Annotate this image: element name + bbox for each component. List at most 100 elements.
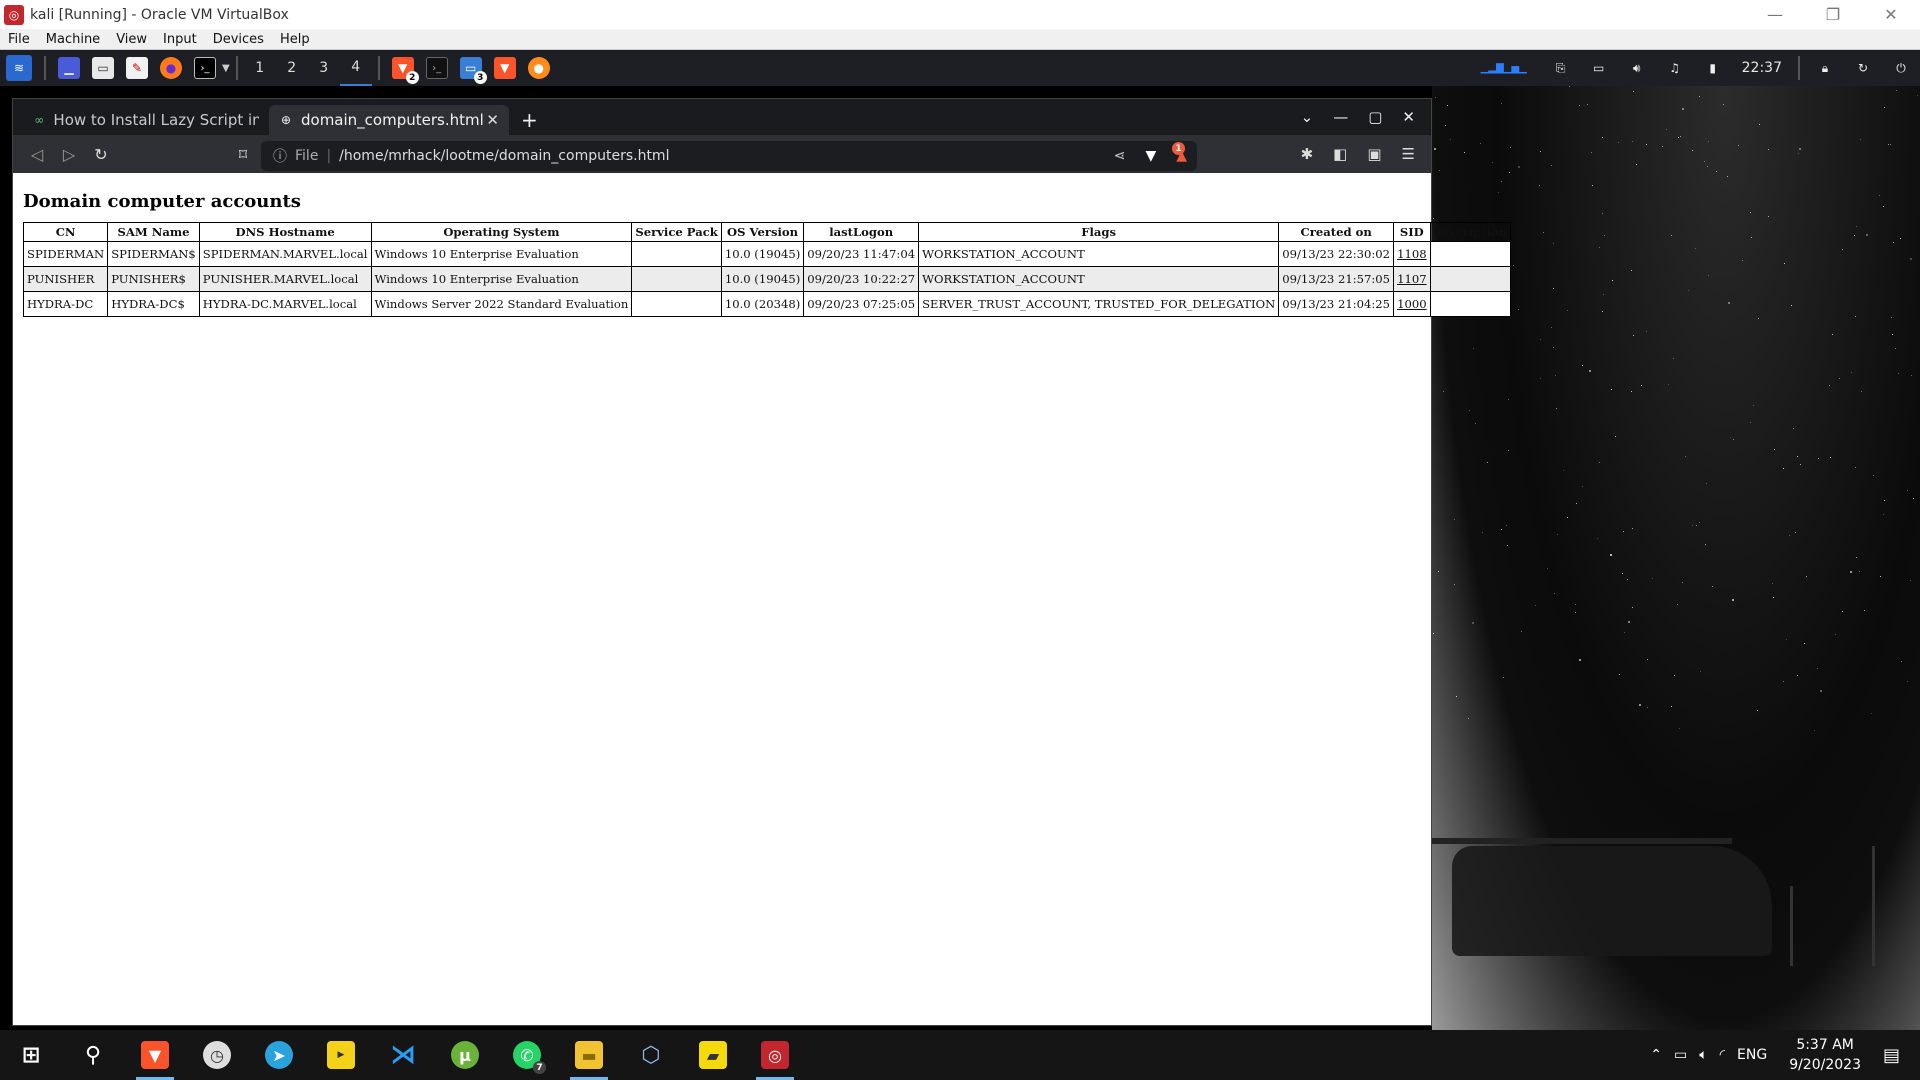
text-editor-icon[interactable]: ✎	[126, 57, 148, 79]
taskbar-clock[interactable]: 5:37 AM 9/20/2023	[1789, 1035, 1861, 1075]
workspace-1[interactable]: 1	[244, 50, 276, 86]
terminal-launcher-icon[interactable]: ▁	[58, 57, 80, 79]
page-content: Domain computer accounts CN SAM Name DNS…	[13, 173, 1512, 1025]
terminal-task-icon[interactable]: ›_	[425, 57, 448, 79]
wallpaper-star	[1854, 235, 1855, 236]
workspace-4[interactable]: 4	[339, 50, 372, 86]
taskbar-virtualbox[interactable]: ⬡	[620, 1030, 682, 1080]
tray-overflow-chevron-icon[interactable]: ⌃	[1650, 1047, 1662, 1063]
minimize-button[interactable]: —	[1746, 0, 1804, 29]
reload-button[interactable]: ↻	[85, 145, 117, 164]
wallpaper-star	[1439, 170, 1440, 171]
taskbar-utorrent[interactable]: µ	[434, 1030, 496, 1080]
wallpaper-star	[1835, 634, 1836, 635]
action-center-icon[interactable]: ▤	[1883, 1045, 1900, 1066]
logout-icon[interactable]: ↻	[1852, 57, 1874, 79]
tab-lazy-script[interactable]: ∞ How to Install Lazy Script in Ka	[23, 105, 269, 135]
sid-link[interactable]: 1108	[1397, 247, 1427, 261]
taskbar-telegram[interactable]: ➤	[248, 1030, 310, 1080]
close-button[interactable]: ✕	[1862, 0, 1920, 29]
taskbar-file-explorer[interactable]: ▬	[558, 1030, 620, 1080]
col-flags: Flags	[918, 222, 1280, 242]
menu-help[interactable]: Help	[272, 32, 318, 47]
menu-machine[interactable]: Machine	[38, 32, 108, 47]
wallpaper-star	[1864, 610, 1865, 611]
wallpaper-star	[1666, 129, 1667, 130]
new-tab-button[interactable]: +	[521, 105, 538, 135]
network-graph-icon: ▁▂▇▁▅▁	[1480, 62, 1527, 74]
wallpaper-star	[1732, 599, 1734, 601]
sid-link[interactable]: 1000	[1397, 297, 1427, 311]
cell-flags: SERVER_TRUST_ACCOUNT, TRUSTED_FOR_DELEGA…	[918, 291, 1280, 317]
tab-domain-computers[interactable]: ⊕ domain_computers.html ✕	[269, 105, 509, 135]
power-icon[interactable]: ⏻	[1890, 57, 1912, 79]
start-button[interactable]: ⊞	[0, 1030, 62, 1080]
panel-clock[interactable]: 22:37	[1742, 60, 1782, 76]
menu-devices[interactable]: Devices	[205, 32, 272, 47]
address-bar[interactable]: ⓘ File | /home/mrhack/lootme/domain_comp…	[261, 141, 1197, 171]
tray-language[interactable]: ENG	[1737, 1047, 1767, 1063]
chevron-down-icon[interactable]: ▼	[222, 63, 230, 74]
brave-browser-window: ∞ How to Install Lazy Script in Ka ⊕ dom…	[12, 98, 1512, 1026]
wallpaper-star	[1738, 145, 1739, 146]
taskbar-clock-app[interactable]: ◷	[186, 1030, 248, 1080]
wallpaper-star	[1521, 631, 1522, 632]
extensions-icon[interactable]: ✱	[1301, 145, 1314, 163]
display-icon[interactable]: ▭	[1588, 57, 1610, 79]
wallpaper-star	[1454, 584, 1455, 585]
volume-icon[interactable]: 🔊︎	[1626, 57, 1648, 79]
url-text[interactable]: /home/mrhack/lootme/domain_computers.htm…	[339, 148, 669, 164]
burp-icon[interactable]: ●	[527, 57, 550, 79]
menu-view[interactable]: View	[108, 32, 155, 47]
taskbar-kali-vm[interactable]: ◎	[744, 1030, 806, 1080]
restore-button[interactable]: ❐	[1804, 0, 1862, 29]
sidebar-icon[interactable]: ◧	[1333, 145, 1347, 163]
tray-battery-icon[interactable]: ▭	[1674, 1047, 1687, 1063]
sid-link[interactable]: 1107	[1397, 272, 1427, 286]
brave-rewards-icon[interactable]: ▲ 1	[1172, 142, 1187, 164]
host-menubar: File Machine View Input Devices Help	[0, 29, 1920, 50]
wallet-icon[interactable]: ▣	[1367, 145, 1381, 163]
brave-task-icon[interactable]: ▼ 2	[391, 57, 419, 84]
firefox-icon[interactable]: ●	[160, 57, 182, 79]
share-icon[interactable]: ⋖	[1114, 148, 1126, 164]
terminal-icon[interactable]: ›_	[194, 57, 216, 79]
site-info-icon[interactable]: ⓘ	[273, 146, 287, 166]
tray-wifi-icon[interactable]: ◜	[1720, 1047, 1725, 1063]
forward-button[interactable]: ▷	[53, 145, 85, 164]
wallpaper-star	[1773, 597, 1774, 598]
menu-icon[interactable]: ☰	[1402, 145, 1415, 163]
search-button[interactable]: ⚲	[62, 1030, 124, 1080]
battery-icon[interactable]: ▮	[1702, 57, 1724, 79]
browser-minimize-button[interactable]: —	[1333, 108, 1348, 126]
wallpaper-star	[1567, 517, 1568, 518]
panel-separator	[235, 56, 238, 80]
brave-shields-icon[interactable]: ▼	[1145, 148, 1156, 164]
taskbar-player[interactable]: ▶	[310, 1030, 372, 1080]
menu-file[interactable]: File	[0, 32, 38, 47]
file-manager-icon[interactable]: ▭	[92, 57, 114, 79]
tray-volume-icon[interactable]: 🔈︎	[1699, 1047, 1707, 1063]
wallpaper-star	[1700, 671, 1701, 672]
taskbar-brave[interactable]: ▼	[124, 1030, 186, 1080]
taskbar-sticky-notes[interactable]: ▰	[682, 1030, 744, 1080]
files-task-icon[interactable]: ▭ 3	[459, 57, 487, 84]
workspace-3[interactable]: 3	[308, 50, 340, 86]
browser-maximize-button[interactable]: ▢	[1368, 108, 1382, 126]
lock-icon[interactable]: 🔒︎	[1814, 57, 1836, 79]
brave-window-count: 2	[405, 71, 419, 84]
kali-menu-icon[interactable]: ≋	[6, 55, 32, 81]
tab-search-chevron-icon[interactable]: ⌄	[1301, 108, 1314, 126]
taskbar-vscode[interactable]: ⋊	[372, 1030, 434, 1080]
workspace-2[interactable]: 2	[276, 50, 308, 86]
taskbar-whatsapp[interactable]: ✆ 7	[496, 1030, 558, 1080]
notification-bell-icon[interactable]: ♫	[1664, 57, 1686, 79]
menu-input[interactable]: Input	[155, 32, 205, 47]
virtualbox-icon: ◎	[4, 4, 24, 25]
browser-close-button[interactable]: ✕	[1402, 108, 1415, 126]
close-tab-icon[interactable]: ✕	[486, 111, 499, 129]
clipboard-icon[interactable]: ⎘	[1550, 57, 1572, 79]
bookmark-icon[interactable]: ⌑	[227, 145, 259, 164]
back-button[interactable]: ◁	[21, 145, 53, 164]
brave-lion-icon[interactable]: ▼	[493, 57, 516, 79]
